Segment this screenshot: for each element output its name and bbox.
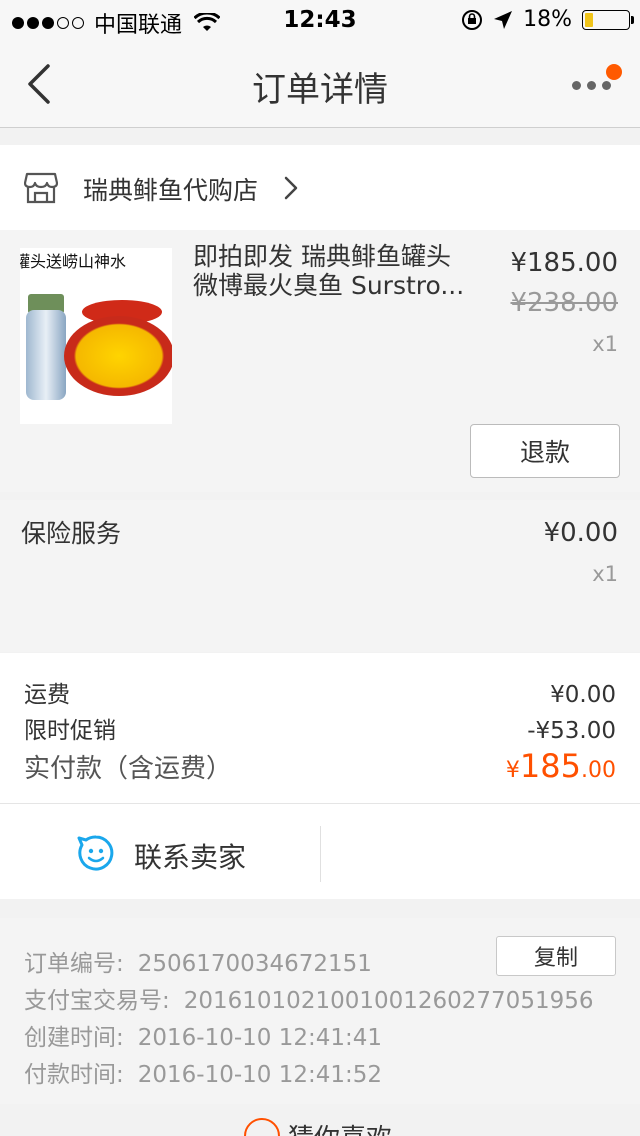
total-label: 实付款（含运费） bbox=[24, 754, 233, 784]
paid-time-label: 付款时间: bbox=[24, 1062, 124, 1088]
product-title-line1: 即拍即发 瑞典鲱鱼罐头 bbox=[193, 242, 451, 271]
tin-graphic bbox=[64, 316, 172, 396]
paid-time-value: 2016-10-10 12:41:52 bbox=[137, 1062, 383, 1088]
location-arrow-icon bbox=[494, 10, 513, 29]
shipping-label: 运费 bbox=[24, 682, 70, 708]
cost-summary: 运费 ¥0.00 限时促销 -¥53.00 实付款（含运费） ¥185.00 bbox=[0, 653, 640, 803]
created-time-label: 创建时间: bbox=[24, 1025, 124, 1051]
product-quantity: x1 bbox=[592, 332, 618, 356]
more-icon bbox=[572, 81, 611, 90]
product-title: 即拍即发 瑞典鲱鱼罐头 微博最火臭鱼 Surstro... bbox=[193, 242, 473, 300]
battery-icon bbox=[582, 9, 634, 30]
shipping-value: ¥0.00 bbox=[550, 682, 616, 708]
order-number-label: 订单编号: bbox=[24, 951, 124, 977]
created-time-row: 创建时间: 2016-10-10 12:41:41 bbox=[24, 1018, 382, 1052]
insurance-price: ¥0.00 bbox=[543, 518, 618, 548]
alipay-value[interactable]: 2016101021001001260277051956 bbox=[184, 988, 594, 1014]
guess-you-like-header: 猜你喜欢 bbox=[0, 1104, 640, 1136]
order-number-row: 订单编号: 2506170034672151 bbox=[24, 944, 372, 978]
shop-name: 瑞典鲱鱼代购店 bbox=[83, 176, 259, 205]
more-button[interactable] bbox=[572, 64, 622, 104]
alipay-label: 支付宝交易号: bbox=[24, 988, 170, 1014]
battery-percent: 18% bbox=[523, 7, 572, 32]
total-integer: 185 bbox=[519, 747, 581, 785]
status-right: 18% bbox=[461, 7, 634, 32]
notification-dot bbox=[606, 64, 622, 80]
can-graphic bbox=[26, 310, 66, 400]
heart-icon bbox=[244, 1118, 280, 1136]
contact-bar: 联系卖家 bbox=[0, 803, 640, 899]
paid-time-row: 付款时间: 2016-10-10 12:41:52 bbox=[24, 1055, 382, 1089]
promo-label: 限时促销 bbox=[24, 718, 116, 744]
order-info: 订单编号: 2506170034672151 复制 支付宝交易号: 20161010… bbox=[0, 918, 640, 1104]
page-title: 订单详情 bbox=[252, 70, 388, 110]
status-bar: 中国联通 12:43 18% bbox=[0, 0, 640, 40]
shipping-row: 运费 ¥0.00 bbox=[24, 675, 616, 709]
contact-seller-button[interactable]: 联系卖家 bbox=[0, 804, 320, 900]
copy-button[interactable]: 复制 bbox=[496, 936, 616, 976]
store-icon bbox=[24, 172, 58, 204]
nav-bar: 订单详情 bbox=[0, 40, 640, 128]
product-original-price: ¥238.00 bbox=[510, 288, 618, 318]
total-currency: ¥ bbox=[505, 758, 520, 783]
rotation-lock-icon bbox=[462, 9, 483, 30]
promo-row: 限时促销 -¥53.00 bbox=[24, 711, 616, 745]
insurance-item: 保险服务 ¥0.00 x1 bbox=[0, 500, 640, 652]
insurance-quantity: x1 bbox=[592, 562, 618, 586]
total-decimal: .00 bbox=[581, 758, 616, 783]
product-image-banner: 罐头送崂山神水 bbox=[20, 252, 127, 271]
refund-button[interactable]: 退款 bbox=[470, 424, 620, 478]
order-number-value[interactable]: 2506170034672151 bbox=[138, 951, 372, 977]
guess-you-like-label: 猜你喜欢 bbox=[288, 1118, 392, 1136]
product-item[interactable]: 罐头送崂山神水 即拍即发 瑞典鲱鱼罐头 微博最火臭鱼 Surstro... ¥1… bbox=[0, 230, 640, 492]
total-row: 实付款（含运费） ¥185.00 bbox=[24, 747, 616, 785]
chevron-right-icon bbox=[284, 176, 298, 200]
created-time-value: 2016-10-10 12:41:41 bbox=[137, 1025, 383, 1051]
shop-row[interactable]: 瑞典鲱鱼代购店 bbox=[0, 145, 640, 230]
total-value: ¥185.00 bbox=[506, 747, 616, 785]
product-image: 罐头送崂山神水 bbox=[20, 248, 172, 424]
promo-value: -¥53.00 bbox=[527, 718, 616, 744]
chat-face-icon bbox=[77, 835, 114, 871]
insurance-label: 保险服务 bbox=[21, 519, 122, 548]
contact-seller-label: 联系卖家 bbox=[134, 841, 247, 874]
alipay-row: 支付宝交易号: 2016101021001001260277051956 bbox=[24, 981, 593, 1015]
divider bbox=[320, 826, 321, 882]
battery-fill bbox=[585, 12, 593, 27]
product-title-line2: 微博最火臭鱼 Surstro... bbox=[193, 271, 465, 300]
product-price: ¥185.00 bbox=[510, 248, 618, 278]
